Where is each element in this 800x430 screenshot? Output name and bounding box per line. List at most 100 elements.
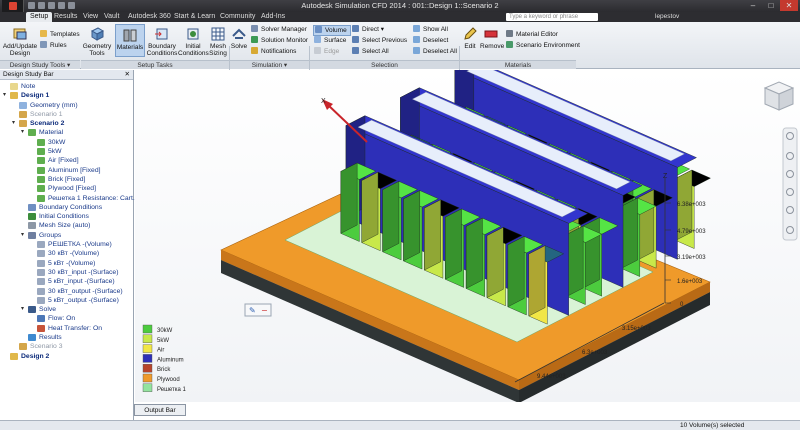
- remove-button[interactable]: Remove: [480, 26, 504, 50]
- tree-node[interactable]: Mesh Size (auto): [0, 221, 133, 230]
- rules-button[interactable]: Rules: [40, 41, 67, 50]
- edge-toggle[interactable]: Edge: [314, 47, 339, 56]
- tree-node[interactable]: 30 кВт_input -(Surface): [0, 268, 133, 277]
- close-panel-icon[interactable]: ✕: [125, 70, 130, 80]
- output-bar-button[interactable]: Output Bar: [134, 404, 186, 416]
- tree-node[interactable]: Heat Transfer: On: [0, 324, 133, 333]
- geometry-tools-button[interactable]: Geometry Tools: [82, 26, 112, 57]
- scenario-icon: [19, 110, 27, 118]
- surface-toggle[interactable]: Surface: [314, 36, 346, 45]
- tab-autodesk-360[interactable]: Autodesk 360: [124, 12, 175, 22]
- rack-cabinet-front-side: [486, 226, 504, 298]
- direct-dropdown[interactable]: Direct ▾: [352, 25, 384, 34]
- tree-node[interactable]: Boundary Conditions: [0, 203, 133, 212]
- close-button[interactable]: ✕: [780, 0, 798, 11]
- tree-node[interactable]: Aluminum [Fixed]: [0, 166, 133, 175]
- panel-label-simulation[interactable]: Simulation ▾: [230, 60, 309, 69]
- tree-node[interactable]: Air [Fixed]: [0, 156, 133, 165]
- tree-node[interactable]: Scenario 3: [0, 342, 133, 351]
- material-editor-button[interactable]: Material Editor: [506, 30, 558, 39]
- expand-toggle-icon[interactable]: ▾: [21, 232, 27, 239]
- tree-node[interactable]: Initial Conditions: [0, 212, 133, 221]
- scenario-icon: [19, 343, 27, 351]
- volume-toggle[interactable]: Volume: [313, 25, 351, 36]
- minimize-button[interactable]: –: [744, 0, 762, 11]
- surface-icon: [314, 36, 321, 43]
- expand-toggle-icon[interactable]: ▾: [21, 129, 27, 136]
- model-viewport[interactable]: X Z 6.38e+003 4.79e+003 3.19e+003 1.6e+0…: [135, 59, 800, 403]
- groups-icon: [28, 231, 36, 239]
- minus-view-icon[interactable]: −: [261, 306, 268, 315]
- viewcube[interactable]: [763, 81, 795, 111]
- group-icon: [37, 278, 45, 286]
- panel-label-design-study-tools[interactable]: Design Study Tools ▾: [0, 60, 80, 69]
- show-all-button[interactable]: Show All: [413, 25, 448, 34]
- material-icon: [37, 194, 45, 202]
- tree-node[interactable]: Results: [0, 333, 133, 342]
- tree-node-label: Решетка 1 Resistance: Cart...: [48, 194, 139, 202]
- tree-node[interactable]: Geometry (mm): [0, 101, 133, 110]
- tree-node[interactable]: Brick [Fixed]: [0, 175, 133, 184]
- tree-node[interactable]: 5 кВт -(Volume): [0, 259, 133, 268]
- add-update-design-button[interactable]: Add/Update Design: [2, 26, 38, 57]
- search-input[interactable]: Type a keyword or phrase: [506, 13, 598, 21]
- rack-cabinet-front-side: [403, 190, 420, 262]
- tree-node[interactable]: Note: [0, 82, 133, 91]
- tree-node[interactable]: ▾ Scenario 2: [0, 119, 133, 128]
- tree-node[interactable]: РЕШЕТКА -(Volume): [0, 240, 133, 249]
- solution-monitor-button[interactable]: Solution Monitor: [251, 36, 308, 45]
- tree-node[interactable]: Flow: On: [0, 314, 133, 323]
- select-all-button[interactable]: Select All: [352, 47, 389, 56]
- geometry-tools-label: Geometry Tools: [82, 43, 112, 57]
- materials-button[interactable]: Materials: [115, 24, 145, 57]
- tree-node[interactable]: ▾ Groups: [0, 231, 133, 240]
- tree-node[interactable]: Design 2: [0, 352, 133, 361]
- select-previous-button[interactable]: Select Previous: [352, 36, 407, 45]
- expand-toggle-icon[interactable]: ▾: [3, 92, 9, 99]
- model-canvas[interactable]: X Z 6.38e+003 4.79e+003 3.19e+003 1.6e+0…: [135, 59, 800, 403]
- scenario-environment-button[interactable]: Scenario Environment: [506, 41, 580, 50]
- panel-label-selection: Selection: [310, 60, 459, 69]
- notifications-button[interactable]: Notifications: [251, 47, 296, 56]
- tree-node[interactable]: Scenario 1: [0, 110, 133, 119]
- navigation-bar-frame: [782, 127, 798, 241]
- title-bar: Autodesk Simulation CFD 2014 : 001::Desi…: [0, 0, 800, 12]
- maximize-button[interactable]: □: [762, 0, 780, 11]
- initial-conditions-button[interactable]: Initial Conditions: [178, 26, 209, 57]
- boundary-conditions-button[interactable]: Boundary Conditions: [146, 26, 178, 57]
- edit-button[interactable]: Edit: [461, 26, 479, 50]
- tree-node[interactable]: 30 кВт -(Volume): [0, 249, 133, 258]
- tab-setup[interactable]: Setup: [26, 12, 53, 22]
- tab-view[interactable]: View: [79, 12, 102, 22]
- tree-node[interactable]: 5kW: [0, 147, 133, 156]
- deselect-all-button[interactable]: Deselect All: [413, 47, 457, 56]
- tree-node[interactable]: 5 кВт_input -(Surface): [0, 277, 133, 286]
- mesh-sizing-button[interactable]: Mesh Sizing: [208, 26, 228, 57]
- add-update-design-label: Add/Update Design: [2, 43, 38, 57]
- tree-node[interactable]: ▾ Solve: [0, 305, 133, 314]
- tab-start-learn[interactable]: Start & Learn: [170, 12, 219, 22]
- tab-add-ins[interactable]: Add-Ins: [257, 12, 289, 22]
- legend-label: Brick: [157, 367, 171, 373]
- tree-node[interactable]: ▾ Design 1: [0, 91, 133, 100]
- tree-node[interactable]: 30kW: [0, 138, 133, 147]
- tree-node[interactable]: Решетка 1 Resistance: Cart...: [0, 194, 139, 203]
- tree-node[interactable]: Plywood [Fixed]: [0, 184, 133, 193]
- rack-cabinet-front-side: [465, 217, 483, 289]
- solve-button[interactable]: Solve: [230, 26, 248, 50]
- expand-toggle-icon[interactable]: ▾: [21, 306, 27, 313]
- expand-toggle-icon[interactable]: ▾: [12, 120, 18, 127]
- solver-manager-button[interactable]: Solver Manager: [251, 25, 307, 34]
- templates-button[interactable]: Templates: [40, 30, 80, 39]
- tab-results[interactable]: Results: [50, 12, 81, 22]
- deselect-button[interactable]: Deselect: [413, 36, 448, 45]
- tree-node[interactable]: ▾ Material: [0, 128, 133, 137]
- design-study-bar-title: Design Study Bar: [3, 71, 54, 78]
- tab-vault[interactable]: Vault: [100, 12, 123, 22]
- edge-label: Edge: [324, 48, 340, 55]
- tree-node[interactable]: 30 кВт_output -(Surface): [0, 287, 133, 296]
- tab-community[interactable]: Community: [216, 12, 259, 22]
- user-name[interactable]: lepestov: [655, 12, 679, 22]
- tree-node[interactable]: 5 кВт_output -(Surface): [0, 296, 133, 305]
- edit-view-icon[interactable]: ✎: [249, 306, 256, 315]
